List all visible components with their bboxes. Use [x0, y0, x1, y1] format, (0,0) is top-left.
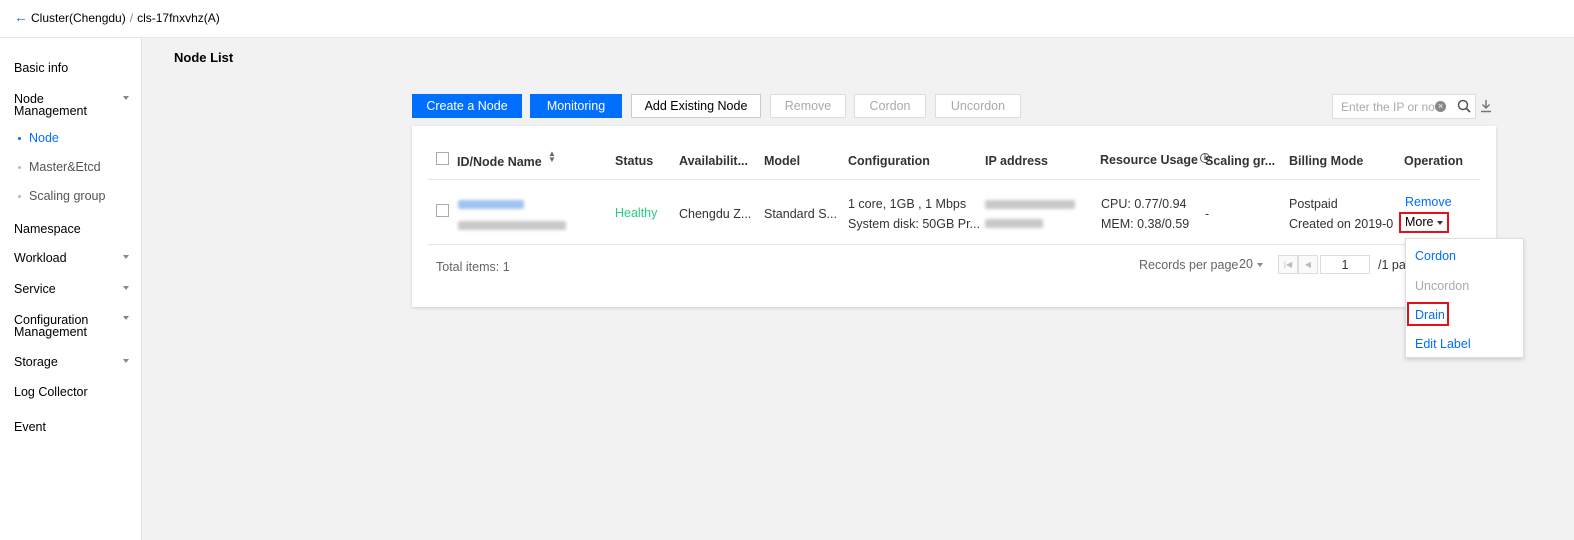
row-remove-link[interactable]: Remove [1405, 195, 1452, 209]
sidebar-item-label: Node [29, 131, 59, 145]
page-title: Node List [174, 50, 234, 65]
sidebar-item-scaling-group[interactable]: Scaling group [18, 190, 105, 203]
monitoring-button[interactable]: Monitoring [530, 94, 622, 118]
node-id-link[interactable] [458, 200, 524, 209]
breadcrumb-separator: / [129, 11, 134, 25]
more-dropdown-button[interactable]: More [1399, 212, 1449, 233]
more-label: More [1405, 215, 1434, 229]
node-name [458, 221, 566, 230]
menu-item-uncordon[interactable]: Uncordon [1415, 279, 1469, 293]
clear-icon[interactable]: × [1435, 101, 1446, 112]
chevron-down-icon[interactable] [123, 286, 129, 290]
chevron-down-icon[interactable] [123, 316, 129, 320]
sidebar-item-log-collector[interactable]: Log Collector [14, 386, 88, 399]
sidebar-item-label: Management [14, 104, 87, 118]
total-count: 1 [502, 260, 510, 274]
breadcrumb-cluster[interactable]: Cluster(Chengdu) [31, 11, 126, 25]
chevron-down-icon[interactable] [123, 96, 129, 100]
sidebar-item-node-management[interactable]: Node Management [14, 93, 87, 118]
model-cell: Standard S... [764, 207, 837, 221]
column-header-resource-usage: Resource Usage i [1100, 153, 1210, 167]
bullet-icon [18, 137, 21, 141]
sidebar-item-label: Master&Etcd [29, 160, 101, 174]
more-dropdown-menu: Cordon Uncordon Drain Edit Label [1405, 238, 1524, 358]
column-header-label: Resource Usage [1100, 153, 1198, 167]
sidebar-item-label: Scaling group [29, 189, 106, 203]
page-size-value: 20 [1239, 257, 1253, 271]
remove-button[interactable]: Remove [770, 94, 846, 118]
first-page-button[interactable]: |◀ [1278, 255, 1298, 274]
mem-usage: MEM: 0.38/0.59 [1101, 217, 1190, 231]
records-per-page-label: Records per page [1139, 258, 1239, 272]
public-ip [985, 200, 1075, 209]
caret-down-icon [1437, 220, 1444, 225]
sidebar-item-namespace[interactable]: Namespace [14, 223, 81, 236]
column-header-status: Status [615, 154, 654, 168]
sidebar-item-node[interactable]: Node [18, 132, 59, 145]
menu-item-edit-label[interactable]: Edit Label [1415, 337, 1471, 351]
page-total: /1 pa [1378, 258, 1406, 272]
bullet-icon [18, 166, 21, 170]
sidebar-item-workload[interactable]: Workload [14, 252, 67, 265]
sidebar-item-master-etcd[interactable]: Master&Etcd [18, 161, 101, 174]
search-input[interactable] [1333, 95, 1438, 118]
cordon-button[interactable]: Cordon [854, 94, 926, 118]
top-bar: ← Cluster(Chengdu) / cls-17fnxvhz(A) [0, 0, 1574, 38]
chevron-down-icon[interactable] [123, 255, 129, 259]
system-disk: System disk: 50GB Pr... [848, 217, 980, 231]
sidebar-item-configuration-management[interactable]: Configuration Management [14, 314, 88, 339]
header-divider [428, 179, 1480, 180]
download-icon[interactable] [1480, 99, 1492, 113]
arrow-left-icon[interactable]: ← [14, 9, 28, 25]
sidebar-item-service[interactable]: Service [14, 283, 56, 296]
caret-down-icon [1256, 262, 1263, 267]
column-header-availability: Availabilit... [679, 154, 749, 168]
column-header-scaling-group: Scaling gr... [1205, 154, 1276, 168]
sidebar-item-basic-info[interactable]: Basic info [14, 62, 68, 75]
sidebar-item-label: Management [14, 325, 87, 339]
column-header-id[interactable]: ID/Node Name [457, 155, 542, 169]
search-icon[interactable] [1457, 99, 1472, 114]
sidebar-item-event[interactable]: Event [14, 421, 46, 434]
sort-icon[interactable]: ▲ ▼ [548, 150, 556, 164]
billing-mode: Postpaid [1289, 197, 1338, 211]
availability-zone: Chengdu Z... [679, 207, 752, 221]
column-header-model: Model [764, 154, 801, 168]
breadcrumb-cluster-id: cls-17fnxvhz(A) [137, 11, 220, 25]
total-label: Total items: [436, 260, 500, 274]
total-items: Total items: 1 [436, 260, 510, 274]
prev-page-button[interactable]: ◀ [1298, 255, 1318, 274]
row-divider [428, 244, 1480, 245]
uncordon-button[interactable]: Uncordon [935, 94, 1021, 118]
page-size-select[interactable]: 20 [1239, 257, 1263, 271]
column-header-ip: IP address [985, 154, 1049, 168]
status-badge: Healthy [615, 206, 658, 220]
config-line: 1 core, 1GB , 1 Mbps [848, 197, 967, 211]
select-all-checkbox[interactable] [436, 152, 449, 165]
column-header-operation: Operation [1404, 154, 1464, 168]
scaling-group-cell: - [1205, 207, 1210, 221]
cpu-usage: CPU: 0.77/0.94 [1101, 197, 1187, 211]
search-box: × [1332, 94, 1476, 119]
drain-highlight [1407, 302, 1449, 326]
chevron-down-icon[interactable] [123, 359, 129, 363]
create-node-button[interactable]: Create a Node [412, 94, 522, 118]
page-number-input[interactable] [1320, 255, 1370, 274]
private-ip [985, 219, 1043, 228]
add-existing-node-button[interactable]: Add Existing Node [631, 94, 761, 118]
menu-item-cordon[interactable]: Cordon [1415, 249, 1456, 263]
breadcrumb: Cluster(Chengdu) / cls-17fnxvhz(A) [31, 11, 220, 25]
column-header-configuration: Configuration [848, 154, 930, 168]
bullet-icon [18, 195, 21, 199]
created-date: Created on 2019-0 [1289, 217, 1394, 231]
column-header-billing: Billing Mode [1289, 154, 1364, 168]
row-checkbox[interactable] [436, 204, 449, 217]
sidebar-item-storage[interactable]: Storage [14, 356, 58, 369]
